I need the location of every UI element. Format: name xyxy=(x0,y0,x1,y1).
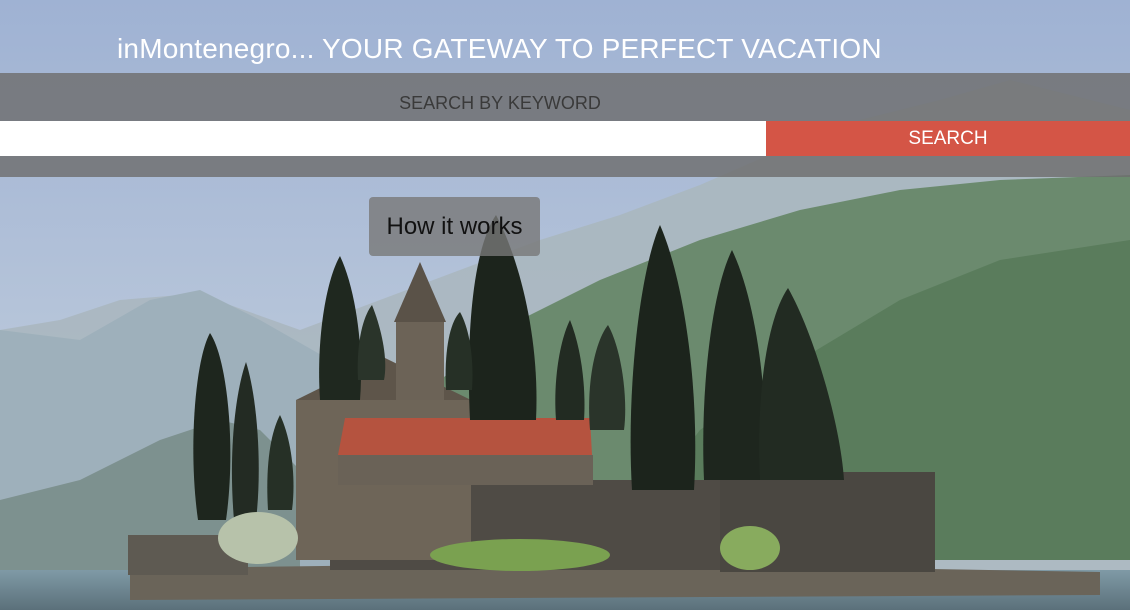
search-button[interactable]: SEARCH xyxy=(766,121,1130,156)
search-input[interactable] xyxy=(0,121,766,156)
how-it-works-button[interactable]: How it works xyxy=(369,197,540,256)
page-title: inMontenegro... YOUR GATEWAY TO PERFECT … xyxy=(117,33,882,64)
search-label: SEARCH BY KEYWORD xyxy=(399,93,601,113)
